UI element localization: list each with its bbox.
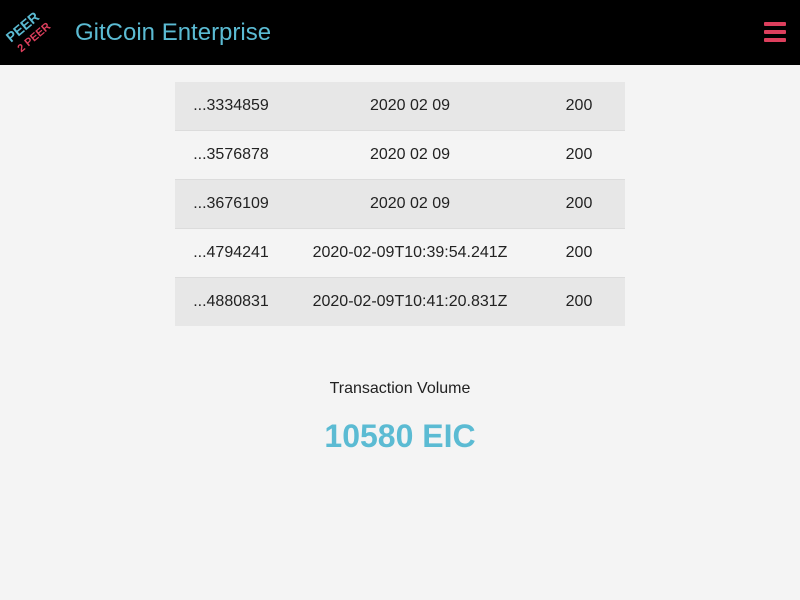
transaction-date: 2020-02-09T10:41:20.831Z: [287, 277, 533, 326]
transaction-amount: 200: [533, 130, 625, 180]
transaction-date: 2020-02-09T10:39:54.241Z: [287, 228, 533, 278]
transaction-id: ...4794241: [175, 228, 287, 278]
transaction-date: 2020 02 09: [287, 179, 533, 229]
transaction-volume-value: 10580 EIC: [324, 418, 476, 454]
transaction-date: 2020 02 09: [287, 130, 533, 180]
menu-bar: [764, 22, 786, 26]
transactions-table: ...3334859 2020 02 09 200 ...3576878 202…: [175, 82, 625, 326]
peer-2-peer-logo[interactable]: PEER 2 PEER: [4, 8, 54, 58]
transaction-id: ...3334859: [175, 82, 287, 131]
menu-bar: [764, 38, 786, 42]
transaction-volume-label: Transaction Volume: [329, 380, 471, 397]
table-row: ...3676109 2020 02 09 200: [175, 179, 625, 229]
transaction-amount: 200: [533, 82, 625, 131]
table-row: ...4794241 2020-02-09T10:39:54.241Z 200: [175, 228, 625, 278]
transaction-id: ...3676109: [175, 179, 287, 229]
top-navbar: PEER 2 PEER GitCoin Enterprise: [0, 0, 800, 65]
transaction-id: ...3576878: [175, 130, 287, 180]
transaction-amount: 200: [533, 179, 625, 229]
hamburger-menu-icon[interactable]: [764, 22, 786, 42]
transaction-amount: 200: [533, 228, 625, 278]
brand-title[interactable]: GitCoin Enterprise: [75, 18, 271, 48]
transaction-id: ...4880831: [175, 277, 287, 326]
transaction-date: 2020 02 09: [287, 82, 533, 131]
transaction-amount: 200: [533, 277, 625, 326]
table-row: ...4880831 2020-02-09T10:41:20.831Z 200: [175, 277, 625, 326]
table-row: ...3576878 2020 02 09 200: [175, 130, 625, 180]
menu-bar: [764, 30, 786, 34]
table-row: ...3334859 2020 02 09 200: [175, 82, 625, 131]
